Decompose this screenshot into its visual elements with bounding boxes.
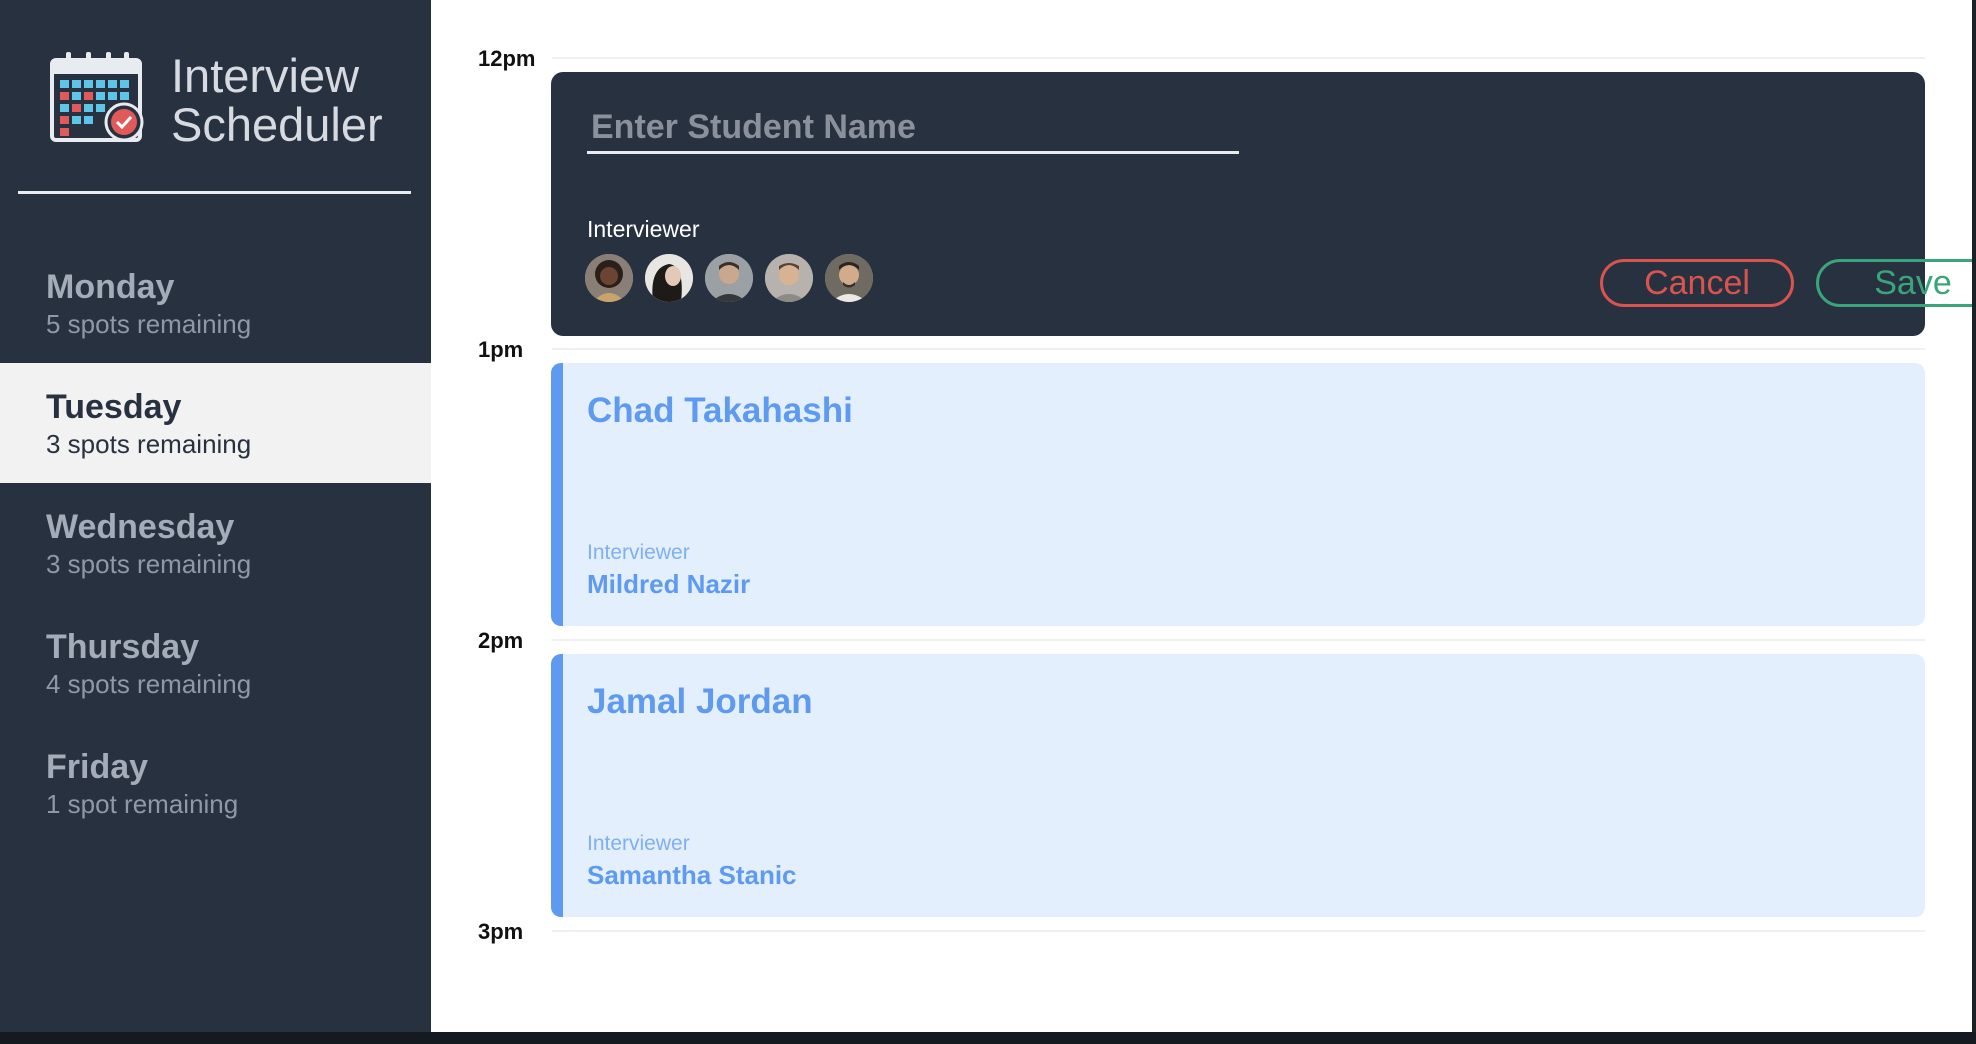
appointment-interviewer: Samantha Stanic bbox=[587, 860, 797, 890]
day-item-thursday[interactable]: Thursday 4 spots remaining bbox=[0, 603, 431, 723]
appointment-card[interactable]: Jamal Jordan Interviewer Samantha Stanic bbox=[551, 654, 1925, 917]
day-name: Thursday bbox=[46, 628, 200, 666]
appointment-student: Jamal Jordan bbox=[587, 682, 813, 721]
day-name: Friday bbox=[46, 748, 149, 786]
app-title-line1: Interview bbox=[171, 49, 360, 102]
appointment-form: Interviewer Cancel Save bbox=[551, 72, 1976, 336]
appointment-student: Chad Takahashi bbox=[587, 391, 853, 430]
interviewer-avatar-1[interactable] bbox=[585, 254, 633, 302]
interviewer-avatar-4[interactable] bbox=[765, 254, 813, 302]
app-title-line2: Scheduler bbox=[171, 98, 383, 151]
day-name: Monday bbox=[46, 268, 175, 306]
hour-divider bbox=[552, 930, 1925, 932]
interviewer-list bbox=[585, 254, 873, 302]
day-spots: 4 spots remaining bbox=[46, 669, 252, 699]
hour-divider bbox=[552, 348, 1925, 350]
day-spots: 1 spot remaining bbox=[46, 789, 239, 819]
day-list: Monday 5 spots remaining Tuesday 3 spots… bbox=[0, 243, 431, 843]
day-spots: 3 spots remaining bbox=[46, 429, 252, 459]
appointment-accent bbox=[551, 363, 563, 626]
day-spots: 3 spots remaining bbox=[46, 549, 252, 579]
day-item-monday[interactable]: Monday 5 spots remaining bbox=[0, 243, 431, 363]
appointment-accent bbox=[551, 654, 563, 917]
time-label-3pm: 3pm bbox=[478, 919, 524, 944]
app-title: Interview Scheduler bbox=[171, 51, 383, 149]
student-name-input[interactable] bbox=[587, 104, 1239, 154]
hour-divider bbox=[552, 57, 1925, 59]
sidebar-divider bbox=[18, 191, 411, 194]
day-name: Tuesday bbox=[46, 388, 182, 426]
interviewer-avatar-3[interactable] bbox=[705, 254, 753, 302]
time-label-2pm: 2pm bbox=[478, 628, 524, 653]
interviewer-avatar-5[interactable] bbox=[825, 254, 873, 302]
time-label-1pm: 1pm bbox=[478, 337, 524, 362]
day-spots: 5 spots remaining bbox=[46, 309, 252, 339]
cancel-button[interactable]: Cancel bbox=[1600, 259, 1794, 307]
interviewer-avatar-2[interactable] bbox=[645, 254, 693, 302]
day-item-wednesday[interactable]: Wednesday 3 spots remaining bbox=[0, 483, 431, 603]
schedule: 12pm 1pm 2pm 3pm Interviewer Cance bbox=[431, 0, 1976, 1032]
day-item-tuesday[interactable]: Tuesday 3 spots remaining bbox=[0, 363, 431, 483]
time-label-12pm: 12pm bbox=[478, 46, 536, 71]
interviewer-label: Interviewer bbox=[587, 216, 700, 242]
window-edge bbox=[1972, 0, 1976, 1044]
calendar-check-icon bbox=[50, 52, 144, 142]
appointment-card[interactable]: Chad Takahashi Interviewer Mildred Nazir bbox=[551, 363, 1925, 626]
hour-divider bbox=[552, 639, 1925, 641]
taskbar-strip bbox=[0, 1032, 1976, 1044]
save-button[interactable]: Save bbox=[1816, 259, 1976, 307]
appointment-interviewer: Mildred Nazir bbox=[587, 569, 751, 599]
appointment-interviewer-label: Interviewer bbox=[587, 541, 690, 564]
appointment-interviewer-label: Interviewer bbox=[587, 832, 690, 855]
day-name: Wednesday bbox=[46, 508, 235, 546]
sidebar: Interview Scheduler Monday 5 spots remai… bbox=[0, 0, 431, 1032]
day-item-friday[interactable]: Friday 1 spot remaining bbox=[0, 723, 431, 843]
